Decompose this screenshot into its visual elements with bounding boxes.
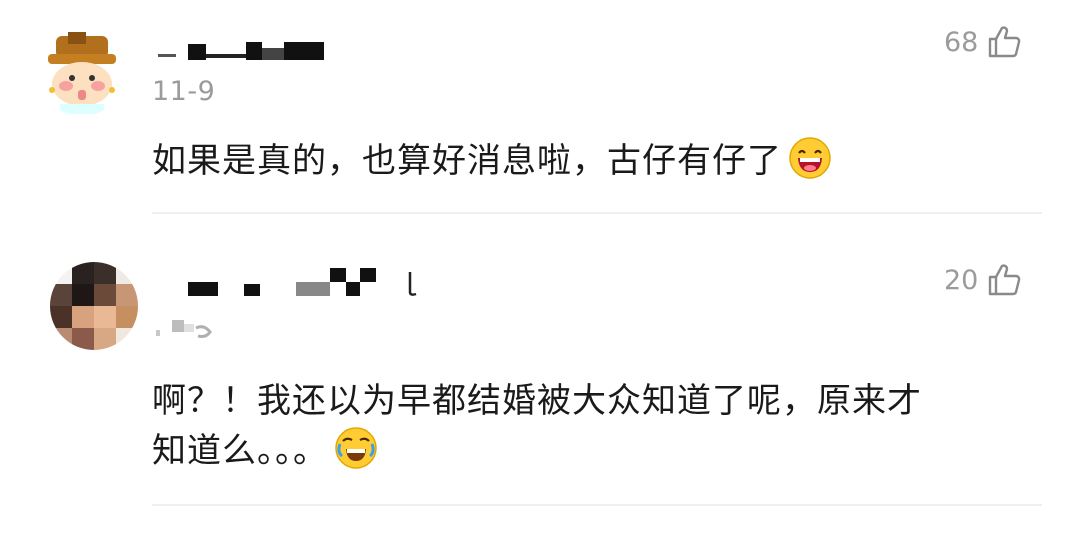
thumbs-up-icon[interactable] xyxy=(986,262,1022,298)
pixelated-avatar-icon xyxy=(50,262,138,350)
like-count: 20 xyxy=(944,264,979,296)
avatar[interactable] xyxy=(50,262,138,350)
rolling-on-floor-laughing-icon xyxy=(335,427,377,469)
comment-text-line: 啊？！我还以为早都结婚被大众知道了呢，原来才 xyxy=(152,381,922,421)
pixelated-date-icon xyxy=(156,320,212,338)
username-redacted[interactable] xyxy=(188,266,433,298)
comment-item: 20 啊？！我还以为早都结婚被大众知道了呢，原来才 知道么。。。 xyxy=(0,0,1080,506)
pixelated-username-icon xyxy=(188,268,417,296)
comment-text: 啊？！我还以为早都结婚被大众知道了呢，原来才 知道么。。。 xyxy=(152,376,1032,476)
like-control[interactable]: 20 xyxy=(944,262,1022,298)
comment-text-line: 知道么。。。 xyxy=(152,426,1032,476)
comment-text-content: 知道么。。。 xyxy=(152,431,328,471)
divider xyxy=(152,504,1042,506)
comment-date-redacted xyxy=(152,314,232,347)
